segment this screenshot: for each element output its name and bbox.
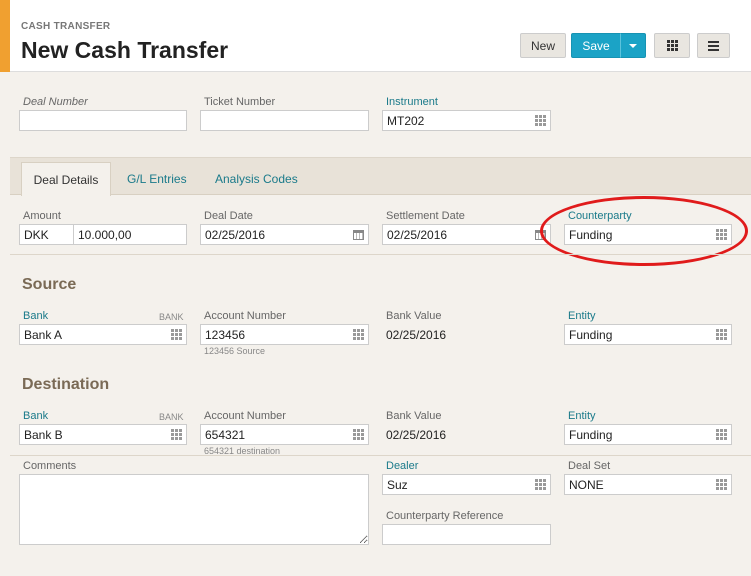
lookup-icon[interactable] [716, 229, 727, 240]
ticket-number-label: Ticket Number [204, 96, 276, 108]
dest-bank-field[interactable]: Bank B [19, 424, 187, 445]
destination-title: Destination [22, 376, 110, 393]
source-account-hint: 123456 Source [204, 346, 266, 356]
counterparty-reference-field[interactable] [382, 524, 551, 545]
settlement-date-field[interactable]: 02/25/2016 [382, 224, 551, 245]
divider [10, 455, 751, 456]
source-bank-field[interactable]: Bank A [19, 324, 187, 345]
counterparty-label: Counterparty [568, 210, 632, 222]
deal-number-field[interactable] [19, 110, 187, 131]
breadcrumb: CASH TRANSFER [21, 21, 111, 32]
dest-account-label: Account Number [204, 410, 286, 422]
calendar-icon[interactable] [535, 229, 546, 240]
caret-down-icon [629, 43, 637, 48]
dest-bank-label: Bank [23, 410, 49, 422]
dest-bank-tag: BANK [159, 412, 184, 422]
tab-gl-entries[interactable]: G/L Entries [127, 162, 187, 195]
hamburger-icon [708, 40, 719, 51]
source-entity-label: Entity [568, 310, 596, 322]
tabs-bar [10, 157, 751, 195]
lookup-icon[interactable] [535, 115, 546, 126]
source-bank-value-label: Bank Value [386, 310, 442, 322]
tab-analysis-codes[interactable]: Analysis Codes [215, 162, 298, 195]
dealer-field[interactable]: Suz [382, 474, 551, 495]
new-button[interactable]: New [520, 33, 566, 58]
comments-textarea[interactable] [19, 474, 369, 545]
source-bank-value: 02/25/2016 [386, 328, 447, 342]
dest-bank-value: 02/25/2016 [386, 428, 447, 442]
deal-number-label: Deal Number [23, 96, 88, 108]
counterparty-reference-label: Counterparty Reference [386, 510, 504, 522]
dest-bank-value-label: Bank Value [386, 410, 442, 422]
lookup-icon[interactable] [171, 329, 182, 340]
deal-date-field[interactable]: 02/25/2016 [200, 224, 369, 245]
source-title: Source [22, 276, 77, 293]
lookup-icon[interactable] [716, 329, 727, 340]
currency-field[interactable]: DKK [19, 224, 74, 245]
instrument-field[interactable]: MT202 [382, 110, 551, 131]
lookup-icon[interactable] [716, 429, 727, 440]
lookup-icon[interactable] [535, 479, 546, 490]
dest-entity-field[interactable]: Funding [564, 424, 732, 445]
deal-date-label: Deal Date [204, 210, 253, 222]
dealer-label: Dealer [386, 460, 419, 472]
source-account-label: Account Number [204, 310, 286, 322]
dest-entity-label: Entity [568, 410, 596, 422]
instrument-label: Instrument [386, 96, 438, 108]
comments-label: Comments [23, 460, 77, 472]
deal-set-field[interactable]: NONE [564, 474, 732, 495]
source-bank-label: Bank [23, 310, 49, 322]
source-bank-tag: BANK [159, 312, 184, 322]
accent-bar [0, 0, 10, 72]
grid-view-button[interactable] [654, 33, 690, 58]
dest-account-field[interactable]: 654321 [200, 424, 369, 445]
save-dropdown-button[interactable] [620, 33, 646, 58]
counterparty-field[interactable]: Funding [564, 224, 732, 245]
ticket-number-field[interactable] [200, 110, 369, 131]
divider [10, 254, 751, 255]
lookup-icon[interactable] [353, 329, 364, 340]
calendar-icon[interactable] [353, 229, 364, 240]
save-button[interactable]: Save [571, 33, 621, 58]
lookup-icon[interactable] [353, 429, 364, 440]
grid-icon [666, 40, 678, 51]
lookup-icon[interactable] [716, 479, 727, 490]
page-title: New Cash Transfer [21, 37, 229, 63]
source-account-field[interactable]: 123456 [200, 324, 369, 345]
tab-deal-details[interactable]: Deal Details [21, 162, 111, 196]
source-entity-field[interactable]: Funding [564, 324, 732, 345]
amount-field[interactable]: 10.000,00 [73, 224, 187, 245]
deal-set-label: Deal Set [568, 460, 611, 472]
amount-label: Amount [23, 210, 61, 222]
menu-button[interactable] [697, 33, 730, 58]
settlement-date-label: Settlement Date [386, 210, 465, 222]
lookup-icon[interactable] [171, 429, 182, 440]
page-header: CASH TRANSFER New Cash Transfer New Save [0, 0, 751, 72]
